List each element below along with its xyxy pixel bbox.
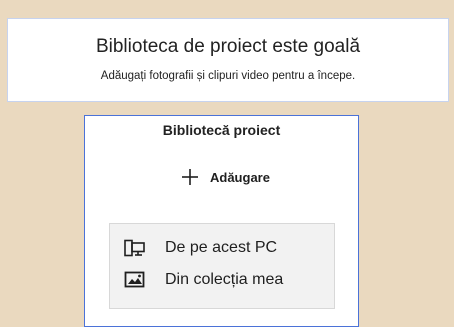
project-library-panel: Bibliotecă proiect Adăugare De pe acest …: [84, 115, 359, 327]
add-source-menu: De pe acest PC Din colecția mea: [109, 223, 335, 309]
menu-item-from-my-collection[interactable]: Din colecția mea: [124, 268, 283, 292]
menu-item-label: Din colecția mea: [165, 271, 284, 288]
menu-item-from-this-pc[interactable]: De pe acest PC: [124, 236, 277, 260]
empty-library-subtitle: Adăugați fotografii și clipuri video pen…: [100, 70, 356, 82]
computer-icon: [124, 239, 146, 257]
add-media-button[interactable]: Adăugare: [180, 163, 270, 191]
project-library-title: Bibliotecă proiect: [162, 122, 281, 138]
add-media-label: Adăugare: [210, 169, 270, 185]
empty-library-banner: Biblioteca de proiect este goală Adăugaț…: [7, 18, 449, 102]
empty-library-title: Biblioteca de proiect este goală: [95, 36, 361, 57]
photos-collection-icon: [124, 271, 146, 289]
plus-icon: [180, 167, 200, 187]
menu-item-label: De pe acest PC: [165, 239, 278, 256]
